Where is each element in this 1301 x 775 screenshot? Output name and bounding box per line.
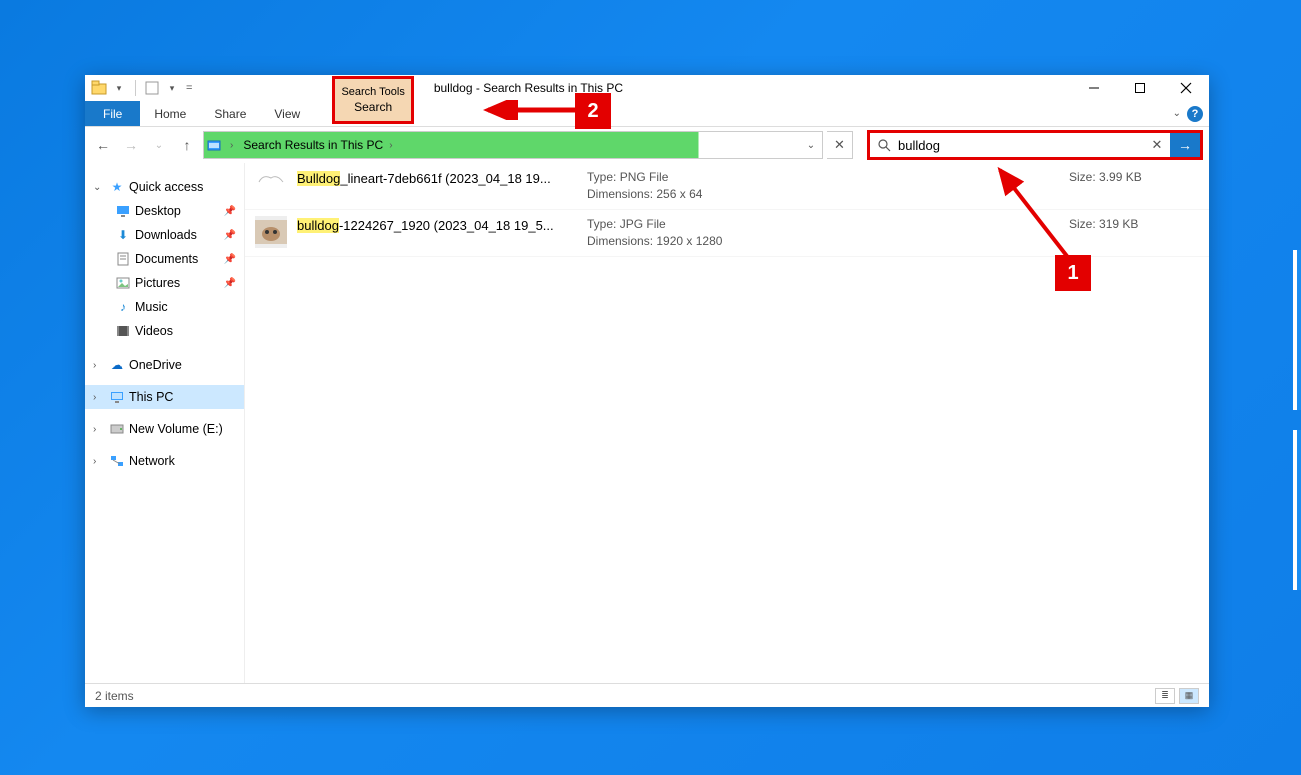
desktop-notch bbox=[1293, 250, 1301, 410]
collapse-icon[interactable]: ⌄ bbox=[93, 182, 105, 193]
sidebar-item-new-volume[interactable]: › New Volume (E:) bbox=[85, 417, 244, 441]
address-dropdown-icon[interactable]: ⌄ bbox=[800, 140, 822, 151]
minimize-button[interactable] bbox=[1071, 75, 1117, 101]
file-details: Type: JPG File Dimensions: 1920 x 1280 bbox=[587, 216, 1069, 250]
up-button[interactable]: ↑ bbox=[175, 133, 199, 157]
network-icon bbox=[109, 453, 125, 469]
file-size: Size: 3.99 KB bbox=[1069, 169, 1199, 203]
address-chev2-icon[interactable]: › bbox=[383, 140, 398, 151]
download-icon: ⬇ bbox=[115, 227, 131, 243]
search-tools-label-bottom: Search bbox=[354, 99, 392, 117]
window-controls bbox=[1071, 75, 1209, 101]
callout-1: 1 bbox=[1055, 255, 1091, 291]
sidebar-item-downloads[interactable]: ⬇ Downloads 📌 bbox=[85, 223, 244, 247]
qat-blank-icon bbox=[144, 80, 160, 96]
qat-chevron2-icon[interactable]: ▾ bbox=[164, 80, 180, 96]
search-box[interactable]: ✕ → bbox=[867, 130, 1203, 160]
pin-icon: 📌 bbox=[224, 230, 236, 241]
details-view-icon[interactable]: ≣ bbox=[1155, 688, 1175, 704]
search-tools-tab[interactable]: Search Tools Search bbox=[332, 76, 413, 124]
pin-icon: 📌 bbox=[224, 278, 236, 289]
recent-dropdown[interactable]: ⌄ bbox=[147, 133, 171, 157]
menu-bar: File Home Share View ⌄ ? bbox=[85, 101, 1209, 127]
list-item[interactable]: Bulldog_lineart-7deb661f (2023_04_18 19.… bbox=[245, 163, 1209, 210]
status-item-count: 2 items bbox=[95, 689, 134, 703]
search-go-button[interactable]: → bbox=[1170, 133, 1200, 157]
forward-button[interactable]: → bbox=[119, 133, 143, 157]
search-clear-icon[interactable]: ✕ bbox=[1144, 137, 1170, 153]
file-name: Bulldog_lineart-7deb661f (2023_04_18 19.… bbox=[297, 171, 551, 186]
expand-icon[interactable]: › bbox=[93, 392, 105, 403]
quick-access-toolbar: ▾ ▾ = bbox=[91, 80, 192, 96]
ribbon-collapse[interactable]: ⌄ ? bbox=[1173, 101, 1209, 126]
thumbnail bbox=[255, 216, 287, 248]
search-icon bbox=[870, 138, 898, 152]
help-icon[interactable]: ? bbox=[1187, 106, 1203, 122]
desktop-notch bbox=[1293, 430, 1301, 590]
nav-bar: ← → ⌄ ↑ › Search Results in This PC › ⌄ … bbox=[85, 127, 1209, 163]
menu-file[interactable]: File bbox=[85, 101, 140, 126]
documents-icon bbox=[115, 251, 131, 267]
expand-icon[interactable]: › bbox=[93, 424, 105, 435]
qat-overflow-icon[interactable]: = bbox=[186, 82, 192, 94]
body: ⌄ ★ Quick access Desktop 📌 ⬇ Downloads 📌… bbox=[85, 163, 1209, 683]
sidebar-item-quick-access[interactable]: ⌄ ★ Quick access bbox=[85, 175, 244, 199]
star-icon: ★ bbox=[109, 179, 125, 195]
close-button[interactable] bbox=[1163, 75, 1209, 101]
icons-view-icon[interactable]: ▦ bbox=[1179, 688, 1199, 704]
nav-pane: ⌄ ★ Quick access Desktop 📌 ⬇ Downloads 📌… bbox=[85, 163, 245, 683]
file-name: bulldog-1224267_1920 (2023_04_18 19_5... bbox=[297, 218, 554, 233]
videos-icon bbox=[115, 323, 131, 339]
pictures-icon bbox=[115, 275, 131, 291]
qat-chevron-icon[interactable]: ▾ bbox=[111, 80, 127, 96]
menu-view[interactable]: View bbox=[260, 101, 314, 126]
title-bar: ▾ ▾ = Search Tools Search bulldog - Sear… bbox=[85, 75, 1209, 101]
sidebar-item-onedrive[interactable]: › ☁ OneDrive bbox=[85, 353, 244, 377]
address-chev-icon[interactable]: › bbox=[224, 140, 239, 151]
file-details: Type: PNG File Dimensions: 256 x 64 bbox=[587, 169, 1069, 203]
computer-icon bbox=[109, 389, 125, 405]
cloud-icon: ☁ bbox=[109, 357, 125, 373]
status-bar: 2 items ≣ ▦ bbox=[85, 683, 1209, 707]
address-text: Search Results in This PC bbox=[239, 138, 383, 152]
stop-button[interactable]: ✕ bbox=[827, 131, 853, 159]
file-size: Size: 319 KB bbox=[1069, 216, 1199, 250]
sidebar-item-network[interactable]: › Network bbox=[85, 449, 244, 473]
sidebar-item-this-pc[interactable]: › This PC bbox=[85, 385, 244, 409]
thumbnail bbox=[255, 169, 287, 189]
maximize-button[interactable] bbox=[1117, 75, 1163, 101]
expand-icon[interactable]: › bbox=[93, 456, 105, 467]
music-icon: ♪ bbox=[115, 299, 131, 315]
sidebar-item-documents[interactable]: Documents 📌 bbox=[85, 247, 244, 271]
menu-share[interactable]: Share bbox=[200, 101, 260, 126]
sidebar-item-pictures[interactable]: Pictures 📌 bbox=[85, 271, 244, 295]
search-input[interactable] bbox=[898, 138, 1144, 153]
callout-2: 2 bbox=[575, 93, 611, 129]
explorer-address-icon bbox=[204, 138, 224, 152]
sidebar-item-videos[interactable]: Videos bbox=[85, 319, 244, 343]
pin-icon: 📌 bbox=[224, 206, 236, 217]
list-item[interactable]: bulldog-1224267_1920 (2023_04_18 19_5...… bbox=[245, 210, 1209, 257]
back-button[interactable]: ← bbox=[91, 133, 115, 157]
expand-icon[interactable]: › bbox=[93, 360, 105, 371]
menu-home[interactable]: Home bbox=[140, 101, 200, 126]
address-bar[interactable]: › Search Results in This PC › ⌄ bbox=[203, 131, 823, 159]
drive-icon bbox=[109, 421, 125, 437]
chevron-down-icon[interactable]: ⌄ bbox=[1173, 108, 1181, 119]
pin-icon: 📌 bbox=[224, 254, 236, 265]
sidebar-item-desktop[interactable]: Desktop 📌 bbox=[85, 199, 244, 223]
sidebar-item-music[interactable]: ♪ Music bbox=[85, 295, 244, 319]
desktop-icon bbox=[115, 203, 131, 219]
explorer-window: ▾ ▾ = Search Tools Search bulldog - Sear… bbox=[85, 75, 1209, 707]
results-list: Bulldog_lineart-7deb661f (2023_04_18 19.… bbox=[245, 163, 1209, 683]
explorer-icon bbox=[91, 80, 107, 96]
search-tools-label-top: Search Tools bbox=[341, 83, 404, 99]
